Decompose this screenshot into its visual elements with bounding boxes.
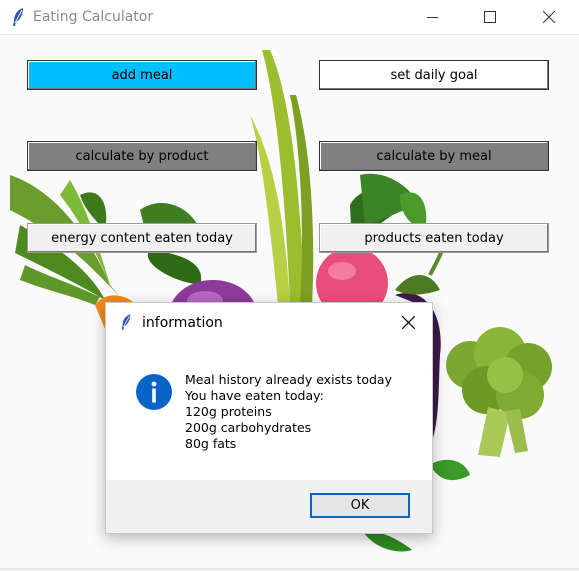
maximize-button[interactable]: [467, 0, 513, 34]
close-button[interactable]: [526, 0, 572, 34]
info-icon: [136, 374, 172, 410]
window-title: Eating Calculator: [33, 9, 154, 25]
message-line: 200g carbohydrates: [185, 420, 312, 435]
message-line: 80g fats: [185, 436, 237, 451]
message-line: Meal history already exists today: [185, 372, 392, 387]
dialog-title: information: [142, 315, 223, 331]
window-title-bar: Eating Calculator: [0, 0, 579, 34]
close-icon: [401, 315, 415, 329]
message-line: You have eaten today:: [185, 388, 324, 403]
feather-icon: [121, 314, 131, 330]
dialog-message: Meal history already exists today You ha…: [185, 372, 392, 452]
maximize-icon: [484, 11, 496, 23]
feather-icon: [13, 8, 23, 26]
dialog-close-button[interactable]: [397, 311, 419, 333]
calculate-by-product-button[interactable]: calculate by product: [27, 141, 257, 171]
products-eaten-today-button[interactable]: products eaten today: [319, 223, 549, 253]
add-meal-button[interactable]: add meal: [27, 60, 257, 90]
dialog-title-bar: information: [106, 303, 432, 341]
dialog-footer: OK: [106, 480, 432, 533]
minimize-button[interactable]: [410, 0, 456, 34]
minimize-icon: [427, 17, 438, 18]
ok-button[interactable]: OK: [310, 493, 410, 518]
close-icon: [543, 11, 555, 23]
set-daily-goal-button[interactable]: set daily goal: [319, 60, 549, 90]
information-dialog: information Meal history already exists …: [105, 302, 433, 534]
calculate-by-meal-button[interactable]: calculate by meal: [319, 141, 549, 171]
energy-content-button[interactable]: energy content eaten today: [27, 223, 257, 253]
message-line: 120g proteins: [185, 404, 272, 419]
